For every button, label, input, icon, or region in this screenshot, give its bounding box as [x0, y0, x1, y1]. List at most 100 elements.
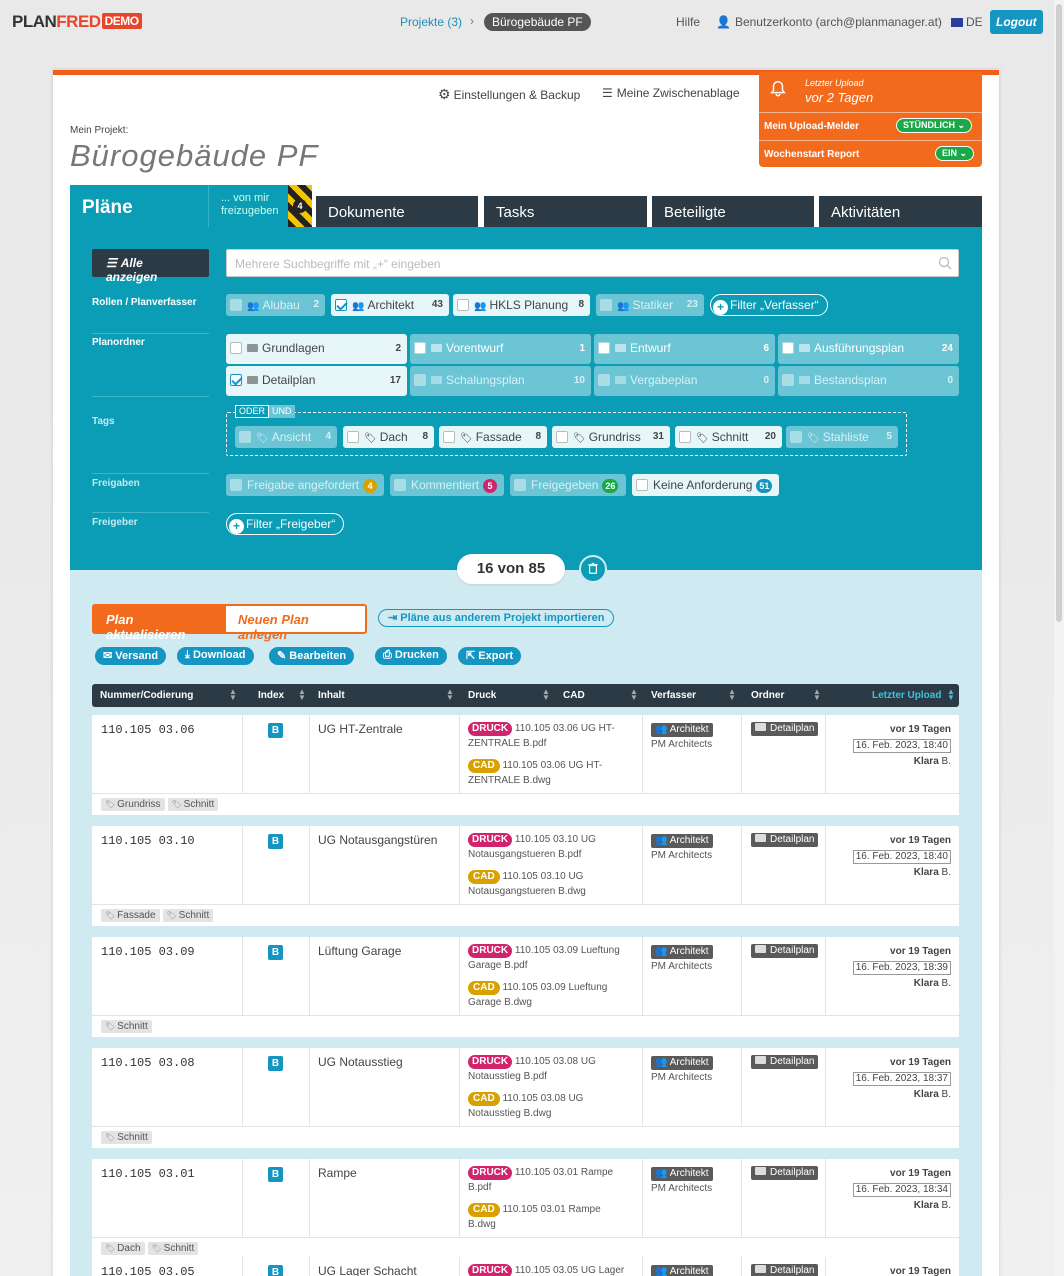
checkbox[interactable]	[790, 431, 802, 443]
checkbox[interactable]	[598, 342, 610, 354]
table-row[interactable]: 110.105 03.01 B Rampe DRUCK 110.105 03.01 R…	[92, 1159, 959, 1237]
checkbox[interactable]	[782, 342, 794, 354]
print-file-link[interactable]: DRUCK 110.105 03.05 UG Lager	[468, 1263, 628, 1276]
trash-icon[interactable]	[579, 555, 607, 583]
sort-icon[interactable]: ▲ ▼	[813, 688, 821, 702]
cad-file-link[interactable]: CAD 110.105 03.06 UG HT- ZENTRALE B.dwg	[468, 758, 628, 788]
checkbox[interactable]	[230, 299, 242, 311]
checkbox[interactable]	[239, 431, 251, 443]
breadcrumb-projects[interactable]: Projekte (3)	[400, 15, 462, 29]
checkbox-checked[interactable]	[230, 374, 242, 386]
folder-chip[interactable]: Vergabeplan 0	[594, 366, 775, 396]
search-icon[interactable]	[938, 256, 952, 270]
logout-button[interactable]: Logout	[990, 10, 1043, 34]
clipboard-link[interactable]: ☰ Meine Zwischenablage	[602, 86, 740, 100]
role-chip[interactable]: 👥 Alubau 2	[226, 294, 325, 316]
row-tag[interactable]: 🏷 Dach	[101, 1242, 145, 1255]
checkbox[interactable]	[414, 342, 426, 354]
role-chip[interactable]: 👥 HKLS Planung 8	[453, 294, 590, 316]
folder-chip[interactable]: Entwurf 6	[594, 334, 775, 364]
checkbox[interactable]	[556, 431, 568, 443]
role-chip[interactable]: 👥 Statiker 23	[596, 294, 704, 316]
checkbox[interactable]	[230, 342, 242, 354]
tab-tasks[interactable]: Tasks	[484, 196, 647, 227]
checkbox[interactable]	[414, 374, 426, 386]
checkbox[interactable]	[598, 374, 610, 386]
checkbox[interactable]	[600, 299, 612, 311]
tag-chip[interactable]: 🏷 Ansicht 4	[235, 426, 337, 448]
table-row[interactable]: 110.105 03.05 B UG Lager Schacht DRUCK 110.…	[92, 1257, 959, 1276]
table-row[interactable]: 110.105 03.09 B Lüftung Garage DRUCK 110.10…	[92, 937, 959, 1015]
checkbox[interactable]	[443, 431, 455, 443]
col-content[interactable]: Inhalt	[318, 690, 345, 701]
col-folder[interactable]: Ordner	[751, 690, 784, 701]
settings-backup-link[interactable]: ⚙ Einstellungen & Backup	[438, 86, 580, 103]
download-button[interactable]: ⤓ Download	[177, 647, 254, 665]
row-tag[interactable]: 🏷 Schnitt	[162, 909, 214, 922]
table-row[interactable]: 110.105 03.08 B UG Notausstieg DRUCK 110.10…	[92, 1048, 959, 1126]
cad-file-link[interactable]: CAD 110.105 03.09 Lueftung Garage B.dwg	[468, 980, 628, 1010]
export-button[interactable]: ⇱ Export	[458, 647, 522, 665]
sort-icon[interactable]: ▲ ▼	[630, 688, 638, 702]
checkbox[interactable]	[230, 479, 242, 491]
folder-chip[interactable]: Schalungsplan 10	[410, 366, 591, 396]
print-button[interactable]: ⎙ Drucken	[375, 647, 447, 665]
folder-chip[interactable]: Ausführungsplan 24	[778, 334, 959, 364]
print-file-link[interactable]: DRUCK 110.105 03.09 Lueftung Garage B.pdf	[468, 943, 628, 973]
role-chip[interactable]: 👥 Architekt 43	[331, 294, 449, 316]
col-author[interactable]: Verfasser	[651, 690, 696, 701]
sort-icon[interactable]: ▲ ▼	[728, 688, 736, 702]
sort-icon[interactable]: ▲ ▼	[298, 688, 306, 702]
checkbox-checked[interactable]	[335, 299, 347, 311]
edit-button[interactable]: ✎ Bearbeiten	[269, 647, 355, 665]
release-chip[interactable]: Freigegeben 26	[510, 474, 626, 496]
sort-icon[interactable]: ▲ ▼	[947, 688, 955, 702]
col-number[interactable]: Nummer/Codierung	[100, 690, 193, 701]
tag-chip[interactable]: 🏷 Dach 8	[343, 426, 434, 448]
bell-icon[interactable]	[769, 80, 787, 98]
row-tag[interactable]: 🏷 Schnitt	[147, 1242, 199, 1255]
print-file-link[interactable]: DRUCK 110.105 03.01 Rampe B.pdf	[468, 1165, 628, 1195]
sort-icon[interactable]: ▲ ▼	[542, 688, 550, 702]
row-tag[interactable]: 🏷 Schnitt	[101, 1020, 152, 1033]
checkbox[interactable]	[394, 479, 406, 491]
row-tag[interactable]: 🏷 Schnitt	[101, 1131, 152, 1144]
folder-chip[interactable]: Bestandsplan 0	[778, 366, 959, 396]
scrollbar-thumb[interactable]	[1056, 4, 1062, 622]
cad-file-link[interactable]: CAD 110.105 03.01 Rampe B.dwg	[468, 1202, 628, 1232]
folder-chip[interactable]: Detailplan 17	[226, 366, 407, 396]
add-author-filter-button[interactable]: + Filter „Verfasser“	[710, 294, 828, 316]
tag-chip[interactable]: 🏷 Schnitt 20	[675, 426, 782, 448]
row-tag[interactable]: 🏷 Fassade	[101, 909, 160, 922]
search-input[interactable]: Mehrere Suchbegriffe mit „+“ eingeben	[226, 249, 959, 277]
tab-participants[interactable]: Beteiligte	[652, 196, 814, 227]
language-switch[interactable]: DE	[951, 15, 983, 29]
col-cad[interactable]: CAD	[563, 690, 585, 701]
row-tag[interactable]: 🏷 Grundriss	[101, 798, 165, 811]
checkbox[interactable]	[347, 431, 359, 443]
tag-chip[interactable]: 🏷 Grundriss 31	[552, 426, 670, 448]
checkbox[interactable]	[679, 431, 691, 443]
update-plan-button[interactable]: Plan aktualisieren	[92, 604, 224, 642]
tag-chip[interactable]: 🏷 Stahliste 5	[786, 426, 898, 448]
checkbox[interactable]	[514, 479, 526, 491]
folder-chip[interactable]: Grundlagen 2	[226, 334, 407, 364]
sort-icon[interactable]: ▲ ▼	[446, 688, 454, 702]
release-chip[interactable]: Keine Anforderung 51	[632, 474, 779, 496]
new-plan-button[interactable]: Neuen Plan anlegen	[224, 604, 367, 642]
print-file-link[interactable]: DRUCK 110.105 03.08 UG Notausstieg B.pdf	[468, 1054, 628, 1084]
send-button[interactable]: ✉ Versand	[95, 647, 167, 665]
show-all-button[interactable]: ☰ Alle anzeigen	[92, 249, 209, 284]
upload-alert-dropdown[interactable]: STÜNDLICH ⌄	[896, 118, 973, 133]
breadcrumb-current-project[interactable]: Bürogebäude PF	[484, 13, 591, 31]
logo[interactable]: PLANFRED DEMO	[12, 12, 142, 32]
weekly-report-dropdown[interactable]: EIN ⌄	[935, 146, 975, 161]
table-row[interactable]: 110.105 03.06 B UG HT-Zentrale DRUCK 110.10…	[92, 715, 959, 793]
cad-file-link[interactable]: CAD 110.105 03.08 UG Notausstieg B.dwg	[468, 1091, 628, 1121]
cad-file-link[interactable]: CAD 110.105 03.10 UG Notausgangstueren B.…	[468, 869, 628, 899]
col-print[interactable]: Druck	[468, 690, 496, 701]
tag-chip[interactable]: 🏷 Fassade 8	[439, 426, 547, 448]
checkbox[interactable]	[782, 374, 794, 386]
import-plans-button[interactable]: ⇥ Pläne aus anderem Projekt importieren	[378, 609, 615, 627]
tab-activities[interactable]: Aktivitäten	[819, 196, 982, 227]
